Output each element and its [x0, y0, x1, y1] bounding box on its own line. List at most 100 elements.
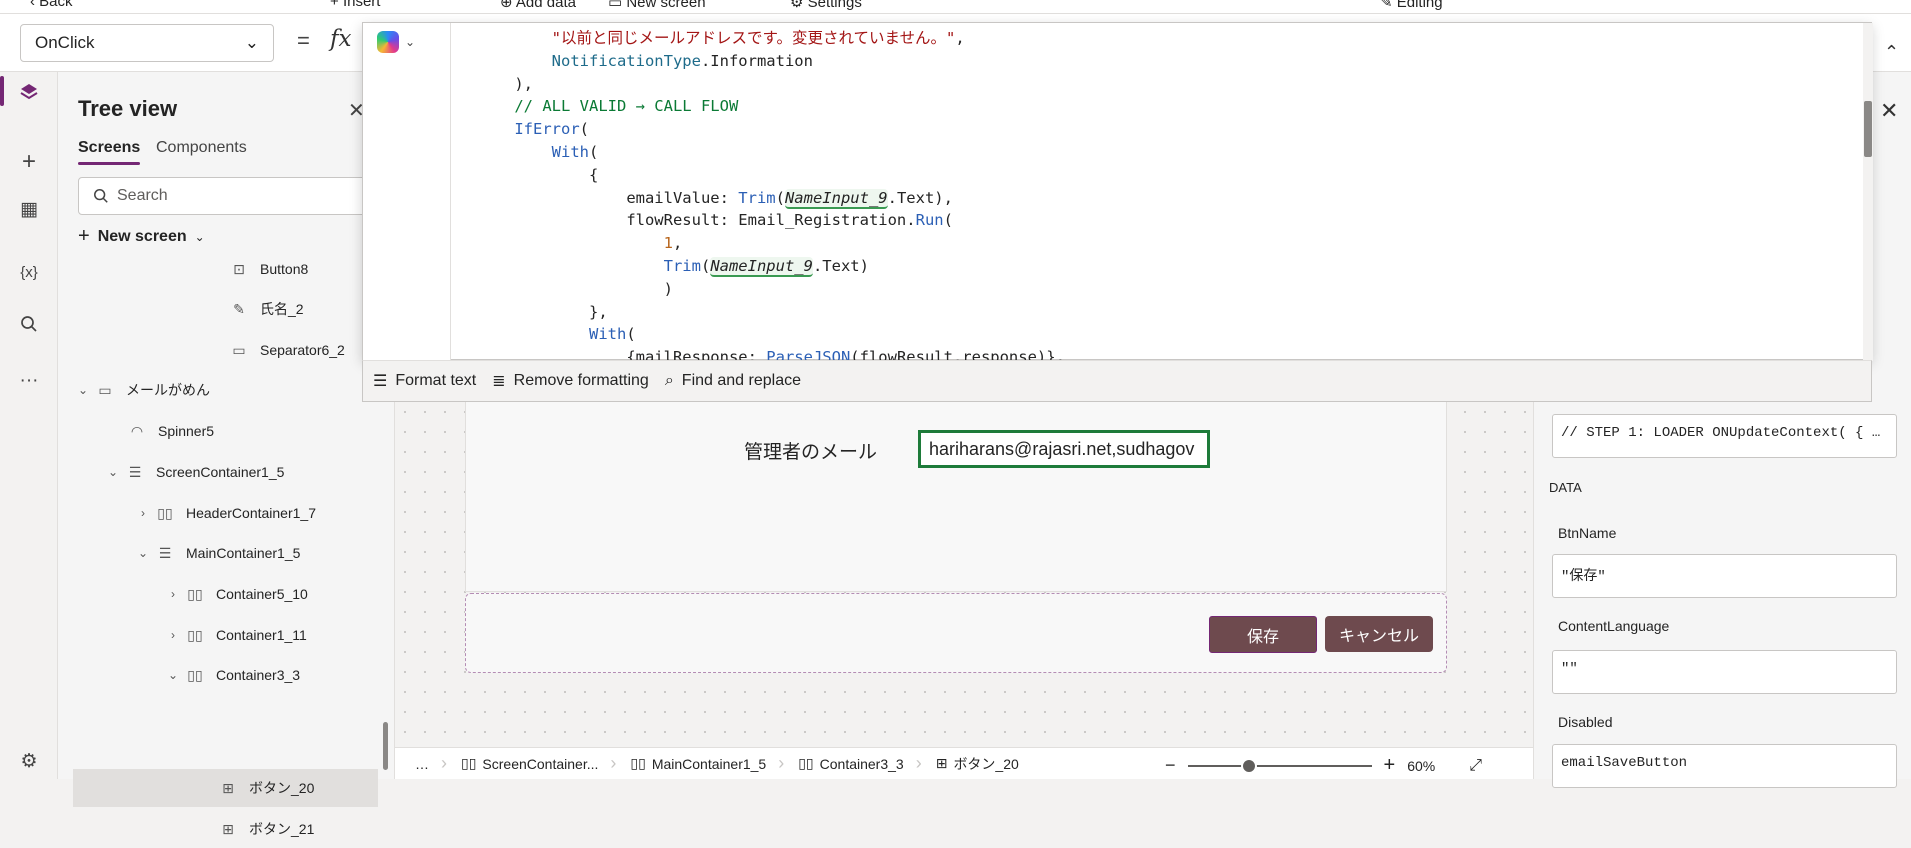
code-token: ,: [955, 29, 965, 47]
code-line[interactable]: Trim(NameInput_9.Text): [477, 255, 1813, 278]
tree-node-button8[interactable]: ⊡ Button8: [228, 250, 308, 288]
zoom-in-button[interactable]: +: [1384, 754, 1396, 777]
code-token: ),: [514, 74, 533, 93]
more-icon[interactable]: ···: [0, 370, 58, 392]
code-token: NameInput_9: [710, 256, 813, 277]
code-line[interactable]: },: [477, 301, 1813, 324]
new-screen-top-button[interactable]: ▭ New screen: [608, 0, 706, 11]
rectangle-icon: ▭: [232, 341, 246, 358]
search-icon: ⌕: [664, 372, 674, 389]
code-line[interactable]: With(: [477, 141, 1813, 164]
code-line[interactable]: ): [477, 278, 1813, 301]
breadcrumb-separator: ›: [778, 753, 785, 773]
find-replace-button[interactable]: ⌕ Find and replace: [665, 372, 801, 390]
code-line[interactable]: ),: [477, 73, 1813, 96]
data-section-title: DATA: [1549, 480, 1582, 495]
breadcrumb-item[interactable]: ▯▯ MainContainer1_5: [630, 755, 766, 772]
code-line[interactable]: 1,: [477, 232, 1813, 255]
format-text-button[interactable]: ☰ Format text: [373, 371, 476, 391]
new-screen-button[interactable]: + New screen ⌄: [78, 225, 205, 248]
disabled-field[interactable]: emailSaveButton: [1552, 744, 1897, 788]
breadcrumb-item[interactable]: ▯▯ Container3_3: [798, 755, 903, 772]
contentlanguage-field[interactable]: "": [1552, 650, 1897, 694]
close-icon[interactable]: ✕: [1880, 98, 1898, 124]
code-line[interactable]: // ALL VALID → CALL FLOW: [477, 95, 1813, 118]
settings-icon[interactable]: ⚙: [0, 750, 58, 773]
fit-to-window-icon[interactable]: ⤢: [1469, 757, 1482, 775]
tree-node-name2[interactable]: ✎ 氏名_2: [228, 290, 303, 328]
code-token: {: [588, 165, 599, 184]
admin-mail-label: 管理者のメール: [744, 442, 878, 463]
property-value: OnClick: [35, 33, 95, 52]
tree-node-maincontainer[interactable]: ⌄ ☰ MainContainer1_5: [132, 534, 300, 572]
admin-mail-input[interactable]: hariharans@rajasri.net,sudhagov: [918, 430, 1210, 468]
zoom-slider[interactable]: [1187, 757, 1372, 774]
code-line[interactable]: IfError(: [477, 118, 1813, 141]
search-icon[interactable]: [0, 315, 58, 339]
tree-node-button20[interactable]: ⊞ ボタン_20: [73, 769, 378, 807]
insert-button[interactable]: + Insert: [330, 0, 380, 10]
btnname-label: BtnName: [1558, 525, 1617, 541]
variables-icon[interactable]: {x}: [0, 264, 58, 281]
button-control-icon: ⊞: [222, 779, 234, 796]
tree-node-mail-screen[interactable]: ⌄ ▭ メールがめん: [72, 371, 210, 409]
onselect-field[interactable]: // STEP 1: LOADER ONUpdateContext( { …: [1552, 414, 1897, 458]
cancel-button[interactable]: キャンセル: [1325, 616, 1433, 652]
code-line[interactable]: With(: [477, 323, 1813, 346]
settings-button[interactable]: ⚙ Settings: [790, 0, 862, 11]
breadcrumb-item[interactable]: ▯▯ ScreenContainer...: [461, 755, 598, 772]
property-dropdown[interactable]: OnClick ⌄: [20, 24, 274, 62]
copilot-button[interactable]: ⌄: [377, 31, 415, 53]
code-area[interactable]: "以前と同じメールアドレスです。変更されていません。", Notificatio…: [451, 23, 1813, 361]
save-button[interactable]: 保存: [1209, 616, 1317, 653]
code-token: With: [551, 142, 589, 161]
vertical-container-icon: ☰: [128, 463, 142, 480]
formula-editor[interactable]: ⌄ "以前と同じメールアドレスです。変更されていません。", Notificat…: [362, 22, 1873, 361]
editing-status[interactable]: ✎ Editing: [1380, 0, 1443, 11]
plus-icon[interactable]: +: [0, 148, 58, 176]
table-icon[interactable]: ▦: [0, 198, 58, 221]
tree-node-spinner[interactable]: ◠ Spinner5: [126, 412, 214, 450]
code-line[interactable]: "以前と同じメールアドレスです。変更されていません。",: [477, 27, 1813, 50]
add-data-button[interactable]: ⊕ Add data: [500, 0, 576, 11]
tab-components[interactable]: Components: [156, 139, 247, 157]
screen-icon: ▭: [98, 381, 112, 398]
tab-screens[interactable]: Screens: [78, 139, 141, 165]
horizontal-container-icon: ▯▯: [630, 755, 646, 771]
tree-node-container5[interactable]: › ▯▯ Container5_10: [162, 575, 308, 613]
layers-icon[interactable]: [0, 82, 58, 108]
remove-format-icon: ≣: [492, 373, 506, 390]
code-line[interactable]: NotificationType.Information: [477, 50, 1813, 73]
code-token: Trim: [663, 256, 701, 275]
editor-scrollbar[interactable]: [1863, 23, 1873, 361]
breadcrumb-item[interactable]: ⊞ ボタン_20: [936, 754, 1019, 774]
btnname-field[interactable]: "保存": [1552, 554, 1897, 598]
tree-node-separator[interactable]: ▭ Separator6_2: [228, 331, 344, 369]
code-token: (: [579, 120, 589, 139]
tree-scrollbar[interactable]: [383, 722, 388, 770]
editor-scroll-thumb[interactable]: [1864, 101, 1872, 157]
tree-node-screencontainer[interactable]: ⌄ ☰ ScreenContainer1_5: [102, 453, 284, 491]
tree-view-panel: Tree view ✕ Screens Components Search + …: [58, 72, 398, 837]
back-button[interactable]: ‹ Back: [30, 0, 73, 10]
tree-node-button21[interactable]: ⊞ ボタン_21: [217, 810, 314, 848]
remove-formatting-button[interactable]: ≣ Remove formatting: [492, 371, 649, 391]
contentlanguage-label: ContentLanguage: [1558, 618, 1670, 634]
code-line[interactable]: emailValue: Trim(NameInput_9.Text),: [477, 187, 1813, 210]
code-token: IfError: [514, 120, 580, 139]
tree-node-container1[interactable]: › ▯▯ Container1_11: [162, 616, 307, 654]
collapse-formula-icon[interactable]: ⌃: [1884, 42, 1899, 63]
zoom-slider-thumb[interactable]: [1240, 757, 1257, 774]
breadcrumb-more[interactable]: …: [415, 756, 429, 772]
button-control-icon: ⊞: [222, 820, 234, 837]
code-line[interactable]: flowResult: Email_Registration.Run(: [477, 209, 1813, 232]
tree-node-container3[interactable]: ⌄ ▯▯ Container3_3: [162, 656, 300, 694]
code-line[interactable]: {mailResponse: ParseJSON(flowResult.resp…: [477, 346, 1813, 361]
code-line[interactable]: {: [477, 164, 1813, 187]
chevron-down-icon: ⌄: [405, 35, 416, 49]
breadcrumb-separator: ›: [610, 753, 617, 773]
tree-node-headercontainer[interactable]: › ▯▯ HeaderContainer1_7: [132, 494, 316, 532]
tree-search-input[interactable]: Search: [78, 177, 398, 215]
chevron-down-icon: ⌄: [107, 465, 119, 479]
zoom-out-button[interactable]: −: [1165, 755, 1176, 776]
